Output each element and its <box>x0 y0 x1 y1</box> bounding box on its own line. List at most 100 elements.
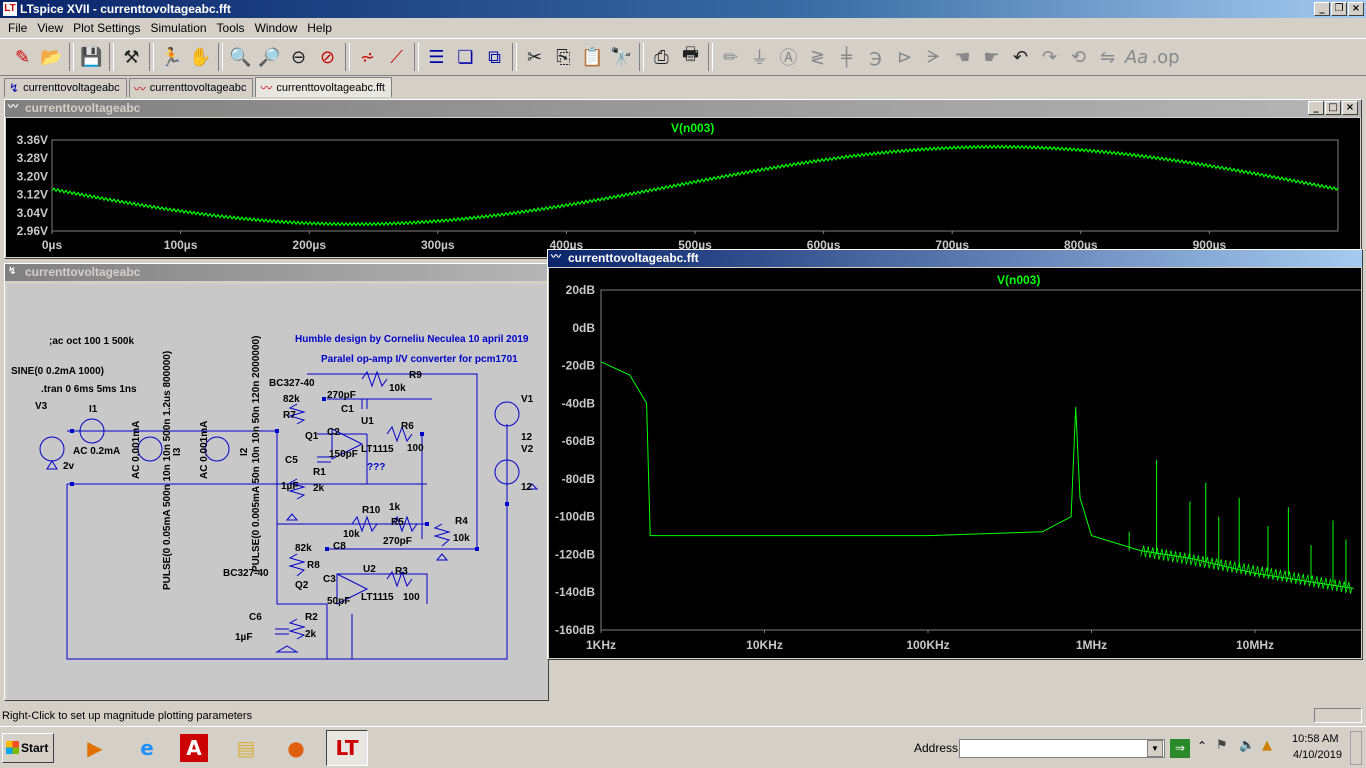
label-i1[interactable]: I1 <box>89 404 97 415</box>
zoom-in-icon[interactable]: 🔍 <box>226 42 255 72</box>
label-c8[interactable]: C8 <box>333 541 346 552</box>
label-r7[interactable]: R7 <box>283 410 296 421</box>
design-note[interactable]: Humble design by Corneliu Neculea 10 apr… <box>295 334 528 345</box>
label-u1[interactable]: U1 <box>361 416 374 427</box>
menu-simulation[interactable]: Simulation <box>146 21 212 35</box>
clock-time[interactable]: 10:58 AM <box>1292 733 1338 745</box>
redo-icon[interactable]: ↷ <box>1035 42 1064 72</box>
media-player-icon[interactable]: ▶ <box>78 731 112 765</box>
menu-plot-settings[interactable]: Plot Settings <box>68 21 145 35</box>
run-icon[interactable]: 🏃 <box>157 42 186 72</box>
label-v1[interactable]: V1 <box>521 394 533 405</box>
volume-icon[interactable]: 🔈 <box>1239 738 1255 753</box>
address-input[interactable] <box>959 739 1165 758</box>
close-button[interactable]: × <box>1348 2 1364 16</box>
schematic-canvas[interactable]: ;ac oct 100 1 500k SINE(0 0.2mA 1000) .t… <box>7 284 548 699</box>
label-r7-value[interactable]: 82k <box>283 394 300 405</box>
label-v2-value[interactable]: 12 <box>521 482 532 493</box>
label-v1-value[interactable]: 12 <box>521 432 532 443</box>
ground-icon[interactable]: ⏚ <box>745 42 774 72</box>
label-c1[interactable]: C1 <box>341 404 354 415</box>
halt-icon[interactable]: ✋ <box>186 42 215 72</box>
label-i3[interactable]: I3 <box>172 448 183 456</box>
clock-date[interactable]: 4/10/2019 <box>1293 749 1342 761</box>
sine-source-value[interactable]: SINE(0 0.2mA 1000) <box>11 366 104 377</box>
undo-icon[interactable]: ↶ <box>1006 42 1035 72</box>
mirror-icon[interactable]: ⇋ <box>1093 42 1122 72</box>
capacitor-icon[interactable]: ╪ <box>832 42 861 72</box>
label-i1-value[interactable]: AC 0.2mA <box>73 446 120 457</box>
fft-plot-pane[interactable]: V(n003) 20dB 0dB -20dB -40dB -60dB -80dB -100d… <box>549 268 1361 658</box>
menu-help[interactable]: Help <box>302 21 337 35</box>
zoom-fit-icon[interactable]: ⊖ <box>284 42 313 72</box>
label-c5[interactable]: C5 <box>285 455 298 466</box>
go-icon[interactable]: ⇒ <box>1170 739 1190 758</box>
menu-file[interactable]: File <box>3 21 32 35</box>
label-r9[interactable]: R9 <box>409 370 422 381</box>
label-i2-pulse[interactable]: PULSE(0 0.005mA 50n 10n 10n 50n 120n 200… <box>251 336 262 572</box>
spice-directive-icon[interactable]: .op <box>1151 42 1180 72</box>
label-r2[interactable]: R2 <box>305 612 318 623</box>
open-icon[interactable]: 📂 <box>37 42 66 72</box>
label-r2-value[interactable]: 2k <box>305 629 316 640</box>
label-r3[interactable]: R3 <box>395 566 408 577</box>
address-dropdown-icon[interactable]: ▼ <box>1147 740 1163 757</box>
zoom-out-icon[interactable]: 🔎 <box>255 42 284 72</box>
label-r5-value[interactable]: 10k <box>343 529 360 540</box>
new-schematic-icon[interactable]: ✎ <box>8 42 37 72</box>
label-r1-value[interactable]: 2k <box>313 483 324 494</box>
save-icon[interactable]: 💾 <box>77 42 106 72</box>
copy-icon[interactable]: ⎘ <box>549 42 578 72</box>
signal-icon[interactable]: ▲ <box>1262 738 1272 753</box>
label-r4-value[interactable]: 10k <box>453 533 470 544</box>
label-u2[interactable]: U2 <box>363 564 376 575</box>
label-i3-pulse[interactable]: PULSE(0 0.05mA 500n 10n 10n 500n 1.2us 8… <box>162 351 173 590</box>
find-icon[interactable]: 🔭 <box>607 42 636 72</box>
control-panel-icon[interactable]: ⚒ <box>117 42 146 72</box>
tab-waveform[interactable]: 〰 currenttovoltageabc <box>128 78 254 97</box>
internet-explorer-icon[interactable]: e <box>130 731 164 765</box>
tab-schematic[interactable]: ↯ currenttovoltageabc <box>4 78 127 97</box>
label-v3[interactable]: V3 <box>35 401 47 412</box>
label-r9-value[interactable]: 10k <box>389 383 406 394</box>
label-v2[interactable]: V2 <box>521 444 533 455</box>
menu-window[interactable]: Window <box>250 21 303 35</box>
label-q1[interactable]: Q1 <box>305 431 318 442</box>
label-r8[interactable]: R8 <box>307 560 320 571</box>
tray-expand-icon[interactable]: ⌃ <box>1197 739 1207 753</box>
label-r3-value[interactable]: 100 <box>403 592 420 603</box>
label-r10[interactable]: R10 <box>362 505 380 516</box>
label-q2[interactable]: Q2 <box>295 580 308 591</box>
label-u2-model[interactable]: LT1115 <box>361 592 394 603</box>
minimize-button[interactable]: _ <box>1314 2 1330 16</box>
label-c8-value[interactable]: 270pF <box>383 536 412 547</box>
ltspice-app-icon[interactable]: LT <box>3 2 17 16</box>
label-v3-value[interactable]: 2v <box>63 461 74 472</box>
diode-icon[interactable]: ⊳ <box>890 42 919 72</box>
paste-icon[interactable]: 📋 <box>578 42 607 72</box>
label-r4[interactable]: R4 <box>455 516 468 527</box>
restore-button[interactable]: ❐ <box>1331 2 1347 16</box>
tran-directive[interactable]: .tran 0 6ms 5ms 1ns <box>41 384 137 395</box>
label-q1-model[interactable]: BC327-40 <box>269 378 315 389</box>
component-icon[interactable]: ᗒ <box>919 42 948 72</box>
cascade-icon[interactable]: ❏ <box>451 42 480 72</box>
label-r5[interactable]: R5 <box>391 517 404 528</box>
label-icon[interactable]: Ⓐ <box>774 42 803 72</box>
label-i2-ac[interactable]: AC 0.001mA <box>199 421 210 479</box>
label-r6[interactable]: R6 <box>401 421 414 432</box>
ltspice-icon[interactable]: LT <box>326 730 368 766</box>
label-u1-model[interactable]: LT1115 <box>361 444 394 455</box>
label-c2[interactable]: C2 <box>327 427 340 438</box>
ac-directive[interactable]: ;ac oct 100 1 500k <box>49 336 134 347</box>
label-c2-value[interactable]: 150pF <box>329 449 358 460</box>
wire-icon[interactable]: ✏ <box>716 42 745 72</box>
menu-view[interactable]: View <box>32 21 68 35</box>
show-desktop-button[interactable] <box>1350 731 1362 765</box>
label-c1-value[interactable]: 270pF <box>327 390 356 401</box>
zoom-cancel-icon[interactable]: ⊘ <box>313 42 342 72</box>
label-r10-value[interactable]: 1k <box>389 502 400 513</box>
tile-horizontal-icon[interactable]: ☰ <box>422 42 451 72</box>
drag-icon[interactable]: ☛ <box>977 42 1006 72</box>
waveform-close-button[interactable]: × <box>1342 101 1358 115</box>
